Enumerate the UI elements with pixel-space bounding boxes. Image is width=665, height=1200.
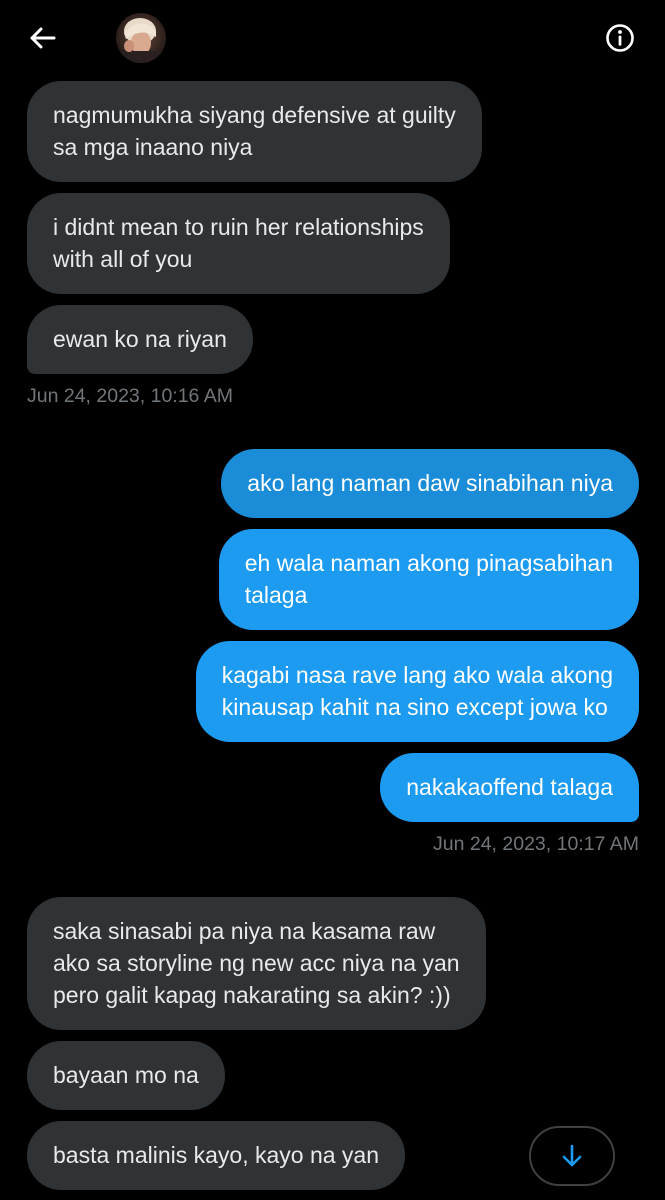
message-line: i didnt mean to ruin her relationships <box>53 214 424 240</box>
message-line: bayaan mo na <box>53 1062 199 1088</box>
message-received[interactable]: basta malinis kayo, kayo na yan <box>27 1121 406 1190</box>
message-line: kagabi nasa rave lang ako wala akong <box>221 662 613 688</box>
message-received[interactable]: bayaan mo na <box>27 1041 225 1110</box>
message-timestamp: Jun 24, 2023, 10:16 AM <box>27 385 233 407</box>
message-line: nagmumukha siyang defensive at guilty <box>53 102 456 128</box>
message-line: ako sa storyline ng new acc niya na yan <box>53 950 460 976</box>
message-line: kinausap kahit na sino except jowa ko <box>221 694 608 720</box>
message-sent[interactable]: eh wala naman akong pinagsabihan talaga <box>218 529 639 630</box>
scroll-to-bottom-button[interactable] <box>529 1126 615 1186</box>
arrow-down-icon <box>562 1144 582 1167</box>
contact-avatar[interactable] <box>116 13 166 63</box>
back-button[interactable] <box>22 20 62 56</box>
message-line: eh wala naman akong pinagsabihan <box>244 550 613 576</box>
message-line: basta malinis kayo, kayo na yan <box>53 1142 380 1168</box>
info-button[interactable] <box>602 20 638 56</box>
message-line: talaga <box>244 582 308 608</box>
message-line: sa mga inaano niya <box>53 134 253 160</box>
arrow-left-icon <box>30 27 56 49</box>
message-sent[interactable]: nakakaoffend talaga <box>380 753 639 822</box>
message-line: nakakaoffend talaga <box>406 774 613 800</box>
message-line: pero galit kapag nakarating sa akin? :)) <box>53 982 451 1008</box>
message-sent[interactable]: ako lang naman daw sinabihan niya <box>221 449 639 518</box>
message-timestamp: Jun 24, 2023, 10:17 AM <box>433 833 639 855</box>
message-received[interactable]: ewan ko na riyan <box>27 305 253 374</box>
conversation-header <box>0 0 665 76</box>
message-sent[interactable]: kagabi nasa rave lang ako wala akong kin… <box>195 641 639 742</box>
message-line: ako lang naman daw sinabihan niya <box>247 470 613 496</box>
message-line: saka sinasabi pa niya na kasama raw <box>53 918 436 944</box>
info-circle-icon <box>606 24 634 52</box>
message-received[interactable]: nagmumukha siyang defensive at guilty sa… <box>27 81 482 182</box>
message-received[interactable]: i didnt mean to ruin her relationships w… <box>27 193 450 294</box>
message-received[interactable]: saka sinasabi pa niya na kasama raw ako … <box>27 897 486 1030</box>
message-line: with all of you <box>53 246 193 272</box>
user-avatar <box>116 13 166 63</box>
message-line: ewan ko na riyan <box>53 326 227 352</box>
